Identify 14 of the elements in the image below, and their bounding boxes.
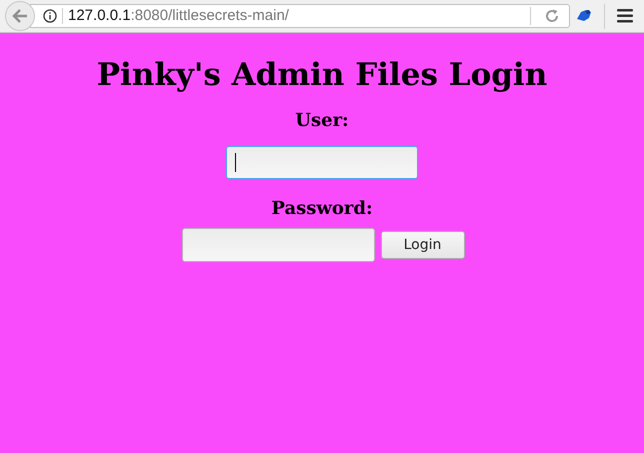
password-label: Password: xyxy=(271,197,373,221)
back-button[interactable] xyxy=(5,1,35,31)
login-button[interactable]: Login xyxy=(380,231,464,259)
address-bar[interactable]: 127.0.0.1:8080/littlesecrets-main/ xyxy=(30,4,570,28)
url-text: 127.0.0.1:8080/littlesecrets-main/ xyxy=(68,6,289,26)
user-label: User: xyxy=(295,109,349,133)
back-arrow-icon xyxy=(12,9,28,23)
page-title: Pinky's Admin Files Login xyxy=(96,56,548,95)
reload-icon[interactable] xyxy=(545,9,559,23)
menu-icon[interactable] xyxy=(617,9,633,23)
extension-icon[interactable] xyxy=(576,8,593,23)
info-icon[interactable] xyxy=(43,9,57,23)
password-field[interactable] xyxy=(182,228,374,262)
user-field[interactable] xyxy=(226,146,418,179)
